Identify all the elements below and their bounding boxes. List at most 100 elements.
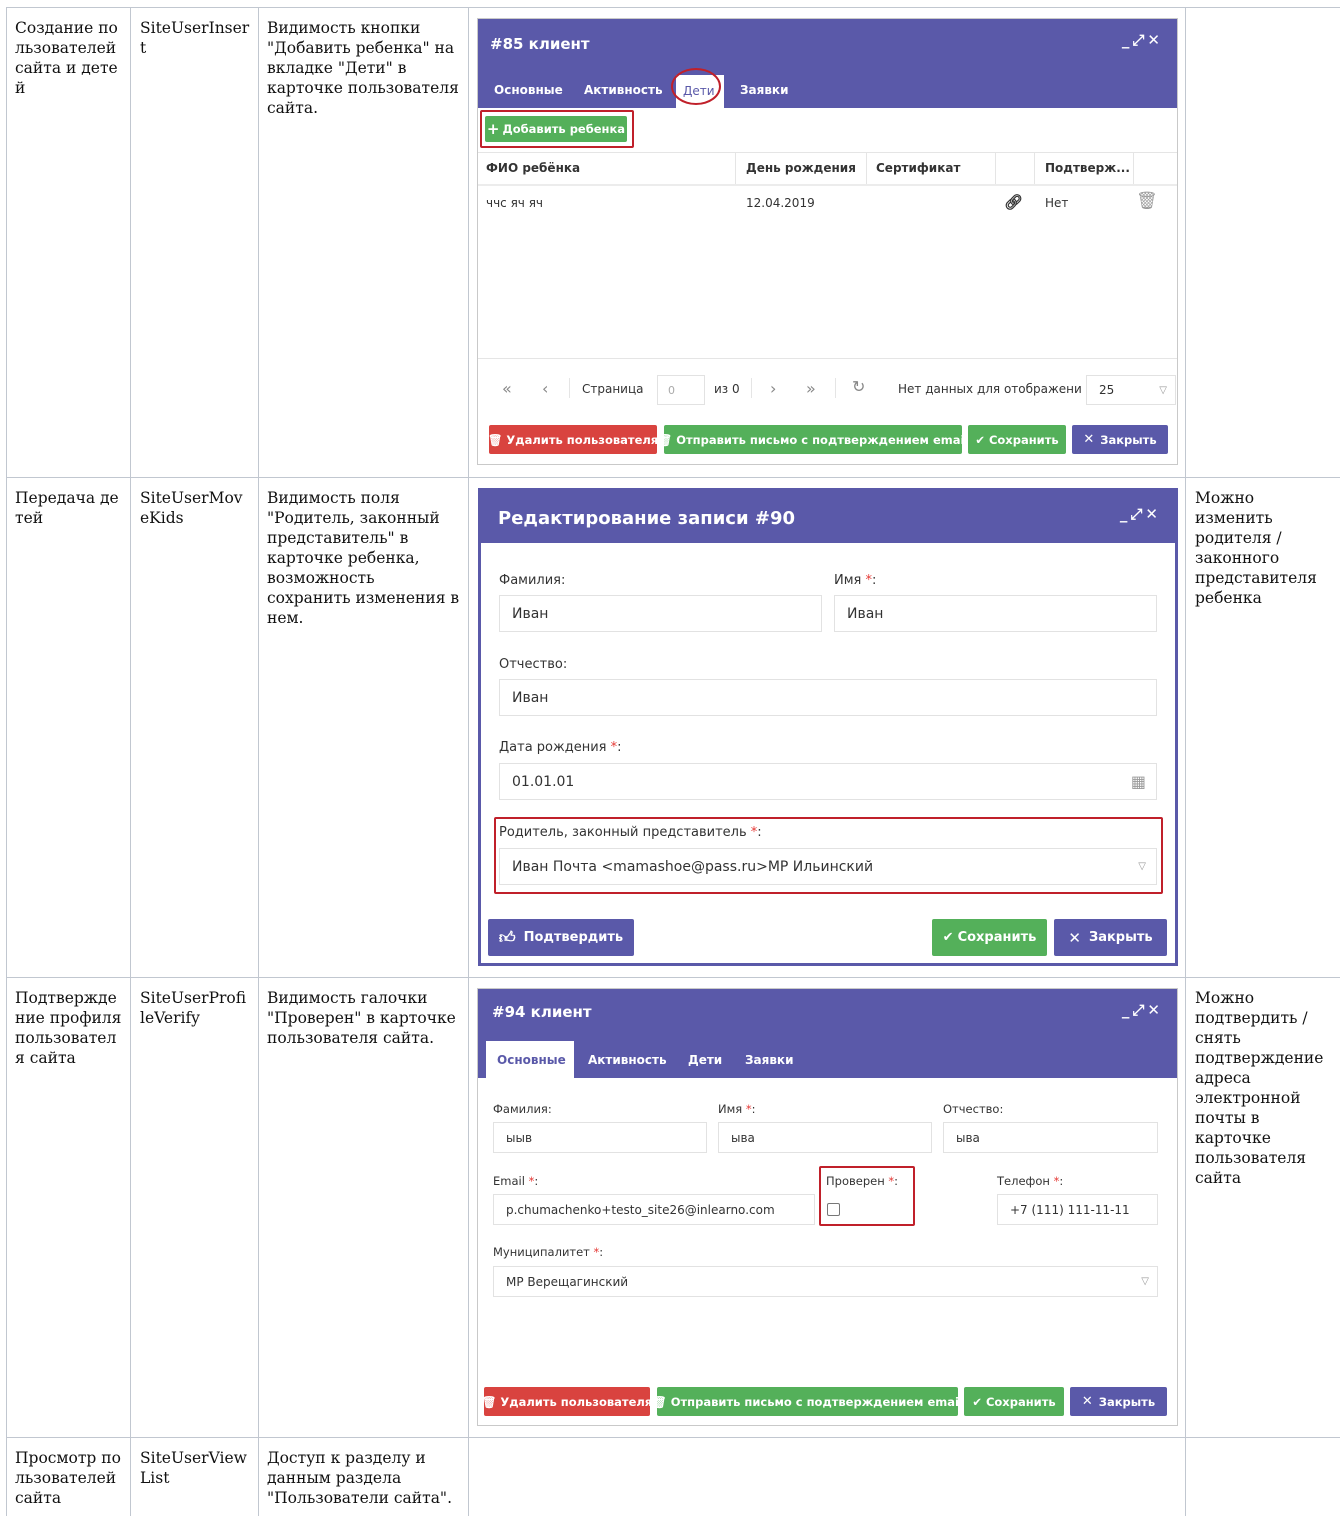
chevron-down-icon: ▽ (1159, 384, 1167, 396)
client-card-main-tab: #94 клиент _⤢✕ Основные Активность Дети … (477, 988, 1178, 1426)
birth-date-field[interactable]: 01.01.01 ▦ (499, 763, 1157, 800)
last-page-icon[interactable]: » (806, 379, 816, 398)
tab-kids[interactable]: Дети (688, 1053, 722, 1067)
close-button[interactable]: ✕ Закрыть (1072, 425, 1168, 454)
empty-message: Нет данных для отображения (898, 382, 1081, 396)
refresh-icon[interactable]: ↻ (852, 377, 865, 396)
window-controls[interactable]: _⤢✕ (1120, 505, 1161, 523)
minimize-icon[interactable]: _ (1120, 505, 1131, 523)
birthday-cell: 12.04.2019 (746, 196, 815, 210)
tab-main[interactable]: Основные (486, 1041, 574, 1078)
permission-name: Просмотр пользователей сайта (15, 1449, 121, 1507)
surname-field[interactable]: Иван (499, 595, 822, 632)
confirm-button[interactable]: 👍︎ Подтвердить (488, 919, 634, 956)
trash-icon: 🗑︎ (657, 432, 673, 447)
minimize-icon[interactable]: _ (1122, 31, 1133, 49)
municipality-label: Муниципалитет *: (493, 1245, 604, 1259)
maximize-icon[interactable]: ⤢ (1130, 505, 1145, 523)
save-button[interactable]: ✔ Сохранить (968, 425, 1066, 454)
client-card-kids-tab: #85 клиент _⤢✕ Основные Активность Дети … (477, 18, 1178, 465)
prev-page-icon[interactable]: ‹ (542, 379, 548, 398)
permission-code: SiteUserMoveKids (140, 489, 243, 527)
close-icon: ✕ (1068, 928, 1081, 947)
delete-user-button[interactable]: 🗑︎ Удалить пользователя (481, 1387, 652, 1416)
patronymic-field[interactable]: ыва (943, 1122, 1158, 1153)
patronymic-label: Отчество: (943, 1102, 1004, 1116)
next-page-icon[interactable]: › (770, 379, 776, 398)
chevron-down-icon: ▽ (1141, 1276, 1149, 1287)
patronymic-label: Отчество: (499, 657, 568, 672)
trash-icon: 🗑︎ (487, 432, 503, 447)
link-icon[interactable]: 🔗︎ (1004, 193, 1023, 211)
close-icon[interactable]: ✕ (1147, 1001, 1163, 1019)
tab-activity[interactable]: Активность (588, 1053, 667, 1067)
window-controls[interactable]: _⤢✕ (1122, 31, 1163, 49)
window-title: #94 клиент (492, 1003, 592, 1021)
page-total: из 0 (714, 382, 740, 396)
calendar-icon[interactable]: ▦ (1131, 772, 1146, 791)
close-button[interactable]: ✕ Закрыть (1070, 1387, 1167, 1416)
delete-user-button[interactable]: 🗑︎ Удалить пользователя (487, 425, 658, 454)
tab-applications[interactable]: Заявки (740, 83, 788, 97)
permission-description: Видимость галочки "Проверен" в карточке … (267, 989, 456, 1047)
send-email-button[interactable]: 🗑︎ Отправить письмо с подтверждением emai… (658, 425, 968, 454)
column-header-child-name[interactable]: ФИО ребёнка (486, 161, 580, 175)
column-header-certificate[interactable]: Сертификат (876, 161, 960, 175)
first-page-icon[interactable]: « (502, 379, 512, 398)
table-border (6, 7, 1340, 8)
surname-label: Фамилия: (493, 1102, 552, 1116)
email-label: Email *: (493, 1174, 539, 1188)
tab-applications[interactable]: Заявки (745, 1053, 793, 1067)
permission-name: Передача детей (15, 489, 119, 527)
check-icon: ✔ (975, 432, 985, 447)
close-icon: ✕ (1083, 432, 1095, 447)
check-icon: ✔ (972, 1394, 982, 1409)
trash-icon[interactable]: 🗑︎ (1136, 191, 1158, 211)
row-divider (6, 477, 1340, 478)
permission-description: Видимость поля "Родитель, законный предс… (267, 489, 460, 627)
save-button[interactable]: ✔ Сохранить (932, 919, 1047, 956)
child-name-cell: ччс яч яч (486, 196, 544, 210)
name-field[interactable]: Иван (834, 595, 1157, 632)
highlight-frame (480, 110, 634, 148)
email-field[interactable]: p.chumachenko+testo_site26@inlearno.com (493, 1194, 815, 1225)
highlight-frame (494, 817, 1163, 894)
permission-note: Можно подтвердить /снять подтверждение а… (1195, 989, 1324, 1187)
page-size-select[interactable]: 25 ▽ (1086, 375, 1176, 405)
window-header: #94 клиент _⤢✕ Основные Активность Дети … (478, 989, 1177, 1078)
permission-name: Создание пользователей сайта и детей (15, 19, 118, 97)
close-icon[interactable]: ✕ (1147, 31, 1163, 49)
trash-icon: 🗑︎ (481, 1394, 497, 1409)
row-divider (6, 977, 1340, 978)
window-header: #85 клиент _⤢✕ Основные Активность Дети … (478, 19, 1177, 108)
phone-field[interactable]: +7 (111) 111-11-11 (997, 1194, 1158, 1225)
minimize-icon[interactable]: _ (1122, 1001, 1133, 1019)
surname-field[interactable]: ыыв (493, 1122, 707, 1153)
close-icon[interactable]: ✕ (1145, 505, 1161, 523)
maximize-icon[interactable]: ⤢ (1132, 1001, 1147, 1019)
maximize-icon[interactable]: ⤢ (1132, 31, 1147, 49)
window-title: #85 клиент (490, 35, 590, 53)
column-header-birthday[interactable]: День рождения (746, 161, 856, 175)
highlight-frame (819, 1166, 915, 1226)
window-header: Редактирование записи #90 _⤢✕ (481, 491, 1175, 543)
tab-activity[interactable]: Активность (584, 83, 663, 97)
surname-label: Фамилия: (499, 573, 566, 588)
page-input[interactable]: 0 (657, 375, 705, 405)
permission-description: Доступ к разделу и данным раздела "Польз… (267, 1449, 452, 1507)
municipality-select[interactable]: МР Верещагинский ▽ (493, 1266, 1158, 1297)
permission-code: SiteUserViewList (140, 1449, 247, 1487)
name-field[interactable]: ыва (718, 1122, 932, 1153)
send-email-button[interactable]: 🗑︎ Отправить письмо с подтверждением emai… (652, 1387, 963, 1416)
row-divider (6, 1437, 1340, 1438)
patronymic-field[interactable]: Иван (499, 679, 1157, 716)
permission-description: Видимость кнопки "Добавить ребенка" на в… (267, 19, 459, 117)
close-button[interactable]: ✕ Закрыть (1054, 919, 1167, 956)
window-title: Редактирование записи #90 (498, 508, 795, 529)
page-label: Страница (582, 382, 644, 396)
window-controls[interactable]: _⤢✕ (1122, 1001, 1163, 1019)
check-icon: ✔ (942, 930, 954, 945)
save-button[interactable]: ✔ Сохранить (964, 1387, 1064, 1416)
column-header-verified[interactable]: Подтверж... (1045, 161, 1130, 175)
tab-main[interactable]: Основные (494, 83, 563, 97)
